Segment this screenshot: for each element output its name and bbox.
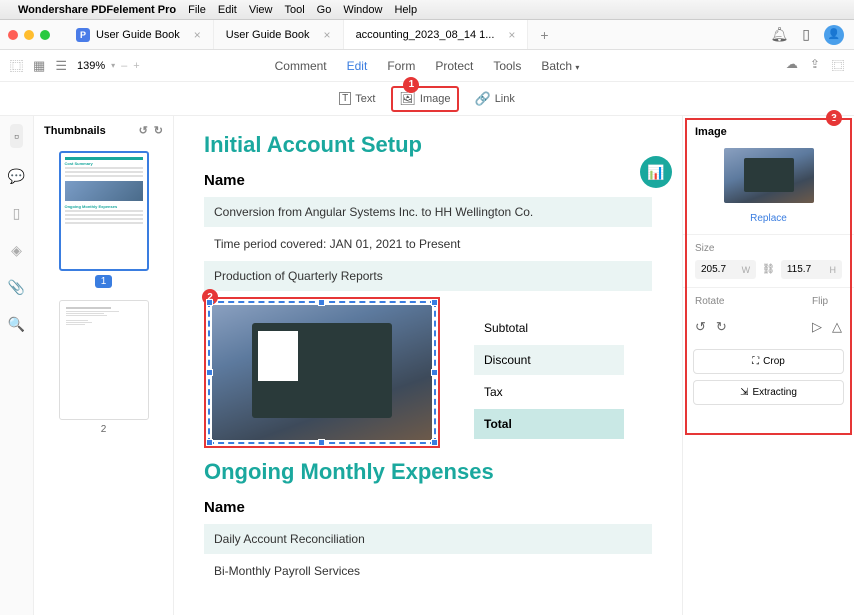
sidebar-toggle-icon[interactable]: ⿴: [10, 56, 23, 75]
window-traffic-lights[interactable]: [8, 30, 50, 40]
thumbnail-page-number: 1: [95, 275, 113, 288]
menu-file[interactable]: File: [188, 4, 206, 16]
macos-menubar: Wondershare PDFelement Pro File Edit Vie…: [0, 0, 854, 20]
document-viewer[interactable]: 📊 Initial Account Setup Name Conversion …: [174, 116, 682, 615]
tab-edit[interactable]: Edit: [347, 59, 368, 73]
rotate-right-icon[interactable]: ↻: [154, 124, 163, 137]
doc-text-row: Tax: [474, 377, 624, 407]
main-content-area: ▫ 💬 ▯ ◈ 📎 🔍 Thumbnails ↺ ↻ Cost Summary …: [0, 116, 854, 615]
link-icon: 🔗: [475, 91, 491, 107]
tab-protect[interactable]: Protect: [435, 59, 473, 73]
document-tab[interactable]: P User Guide Book ×: [64, 20, 214, 49]
resize-handle[interactable]: [206, 299, 213, 306]
resize-handle[interactable]: [318, 299, 325, 306]
thumbnails-view-icon[interactable]: ▦: [33, 58, 45, 74]
minimize-window-icon[interactable]: [24, 30, 34, 40]
close-tab-icon[interactable]: ×: [324, 28, 331, 42]
zoom-value[interactable]: 139%: [77, 60, 105, 72]
menu-tool[interactable]: Tool: [284, 4, 304, 16]
resize-handle[interactable]: [431, 299, 438, 306]
tab-comment[interactable]: Comment: [275, 59, 327, 73]
doc-text-row: Daily Account Reconciliation: [204, 524, 652, 554]
zoom-control[interactable]: 139% ▾ – +: [77, 60, 140, 72]
app-name[interactable]: Wondershare PDFelement Pro: [18, 4, 176, 16]
doc-text-row: Bi-Monthly Payroll Services: [204, 556, 652, 586]
chevron-down-icon: ▾: [575, 63, 579, 72]
close-window-icon[interactable]: [8, 30, 18, 40]
doc-text-row: Production of Quarterly Reports: [204, 261, 652, 291]
attachments-rail-icon[interactable]: 📎: [8, 279, 25, 296]
document-tabbar: P User Guide Book × User Guide Book × ac…: [0, 20, 854, 50]
resize-handle[interactable]: [206, 369, 213, 376]
zoom-in-button[interactable]: +: [133, 60, 139, 72]
new-tab-button[interactable]: +: [528, 27, 560, 43]
tab-label: accounting_2023_08_14 1...: [356, 29, 495, 41]
document-tab[interactable]: User Guide Book ×: [214, 20, 344, 49]
layers-rail-icon[interactable]: ◈: [11, 242, 22, 259]
tab-tools[interactable]: Tools: [493, 59, 521, 73]
doc-heading: Ongoing Monthly Expenses: [204, 459, 652, 485]
resize-handle[interactable]: [431, 369, 438, 376]
thumbnails-panel: Thumbnails ↺ ↻ Cost Summary Ongoing Mont…: [34, 116, 174, 615]
comments-rail-icon[interactable]: 💬: [8, 168, 25, 185]
close-tab-icon[interactable]: ×: [194, 28, 201, 42]
thumbnails-title: Thumbnails: [44, 125, 106, 137]
search-rail-icon[interactable]: 🔍: [8, 316, 25, 333]
single-page-icon[interactable]: ☰: [55, 58, 67, 74]
doc-subheading: Name: [204, 499, 652, 516]
zoom-out-button[interactable]: –: [121, 60, 127, 72]
menu-help[interactable]: Help: [394, 4, 417, 16]
menu-window[interactable]: Window: [343, 4, 382, 16]
thumbnail-page-number: 2: [101, 424, 107, 435]
thumbnails-rail-icon[interactable]: ▫: [10, 124, 23, 148]
menu-edit[interactable]: Edit: [218, 4, 237, 16]
link-tool-button[interactable]: 🔗 Link: [475, 91, 515, 107]
doc-text-row: Discount: [474, 345, 624, 375]
menu-view[interactable]: View: [249, 4, 273, 16]
doc-subheading: Name: [204, 172, 652, 189]
doc-text-row: Total: [474, 409, 624, 439]
page-thumbnail-2[interactable]: 2: [59, 300, 149, 435]
text-icon: T: [339, 92, 351, 105]
tab-batch[interactable]: Batch ▾: [541, 59, 579, 73]
bell-icon[interactable]: 🔔︎: [771, 26, 789, 43]
left-icon-rail: ▫ 💬 ▯ ◈ 📎 🔍: [0, 116, 34, 615]
doc-text-row: Conversion from Angular Systems Inc. to …: [204, 197, 652, 227]
close-tab-icon[interactable]: ×: [508, 28, 515, 42]
mobile-icon[interactable]: ▯: [802, 26, 810, 43]
resize-handle[interactable]: [431, 439, 438, 446]
resize-handle[interactable]: [318, 439, 325, 446]
edit-sub-toolbar: T Text 🖼 Image 1 🔗 Link: [0, 82, 854, 116]
tab-label: User Guide Book: [96, 29, 180, 41]
doc-text-row: Time period covered: JAN 01, 2021 to Pre…: [204, 229, 652, 259]
document-tab-active[interactable]: accounting_2023_08_14 1... ×: [344, 20, 529, 49]
page-thumbnail-1[interactable]: Cost Summary Ongoing Monthly Expenses 1: [59, 151, 149, 288]
tab-label: User Guide Book: [226, 29, 310, 41]
image-properties-panel: 3 Image Replace Size 205.7 W ⛓ 115.7 H: [682, 116, 854, 615]
maximize-window-icon[interactable]: [40, 30, 50, 40]
image-tool-button[interactable]: 🖼 Image 1: [391, 86, 458, 112]
embedded-image[interactable]: [212, 305, 432, 440]
panel-icon[interactable]: ⿴: [832, 57, 844, 74]
bookmarks-rail-icon[interactable]: ▯: [13, 205, 21, 222]
chevron-down-icon[interactable]: ▾: [111, 61, 115, 70]
pdf-file-icon: P: [76, 28, 90, 42]
tab-form[interactable]: Form: [387, 59, 415, 73]
menu-go[interactable]: Go: [317, 4, 332, 16]
rotate-left-icon[interactable]: ↺: [139, 124, 148, 137]
resize-handle[interactable]: [206, 439, 213, 446]
image-preview: [724, 148, 814, 203]
doc-heading: Initial Account Setup: [204, 132, 652, 158]
user-avatar[interactable]: 👤: [824, 25, 844, 45]
floating-action-button[interactable]: 📊: [640, 156, 672, 188]
main-toolbar: ⿴ ▦ ☰ 139% ▾ – + Comment Edit Form Prote…: [0, 50, 854, 82]
share-icon[interactable]: ⇪: [810, 57, 820, 74]
image-icon: 🖼: [399, 91, 416, 107]
text-tool-button[interactable]: T Text: [339, 92, 375, 105]
doc-text-row: Subtotal: [474, 313, 624, 343]
selected-image-object[interactable]: 2 Subtotal Discount: [204, 297, 652, 439]
cloud-icon[interactable]: ☁: [786, 57, 798, 74]
callout-badge-1: 1: [403, 77, 419, 93]
